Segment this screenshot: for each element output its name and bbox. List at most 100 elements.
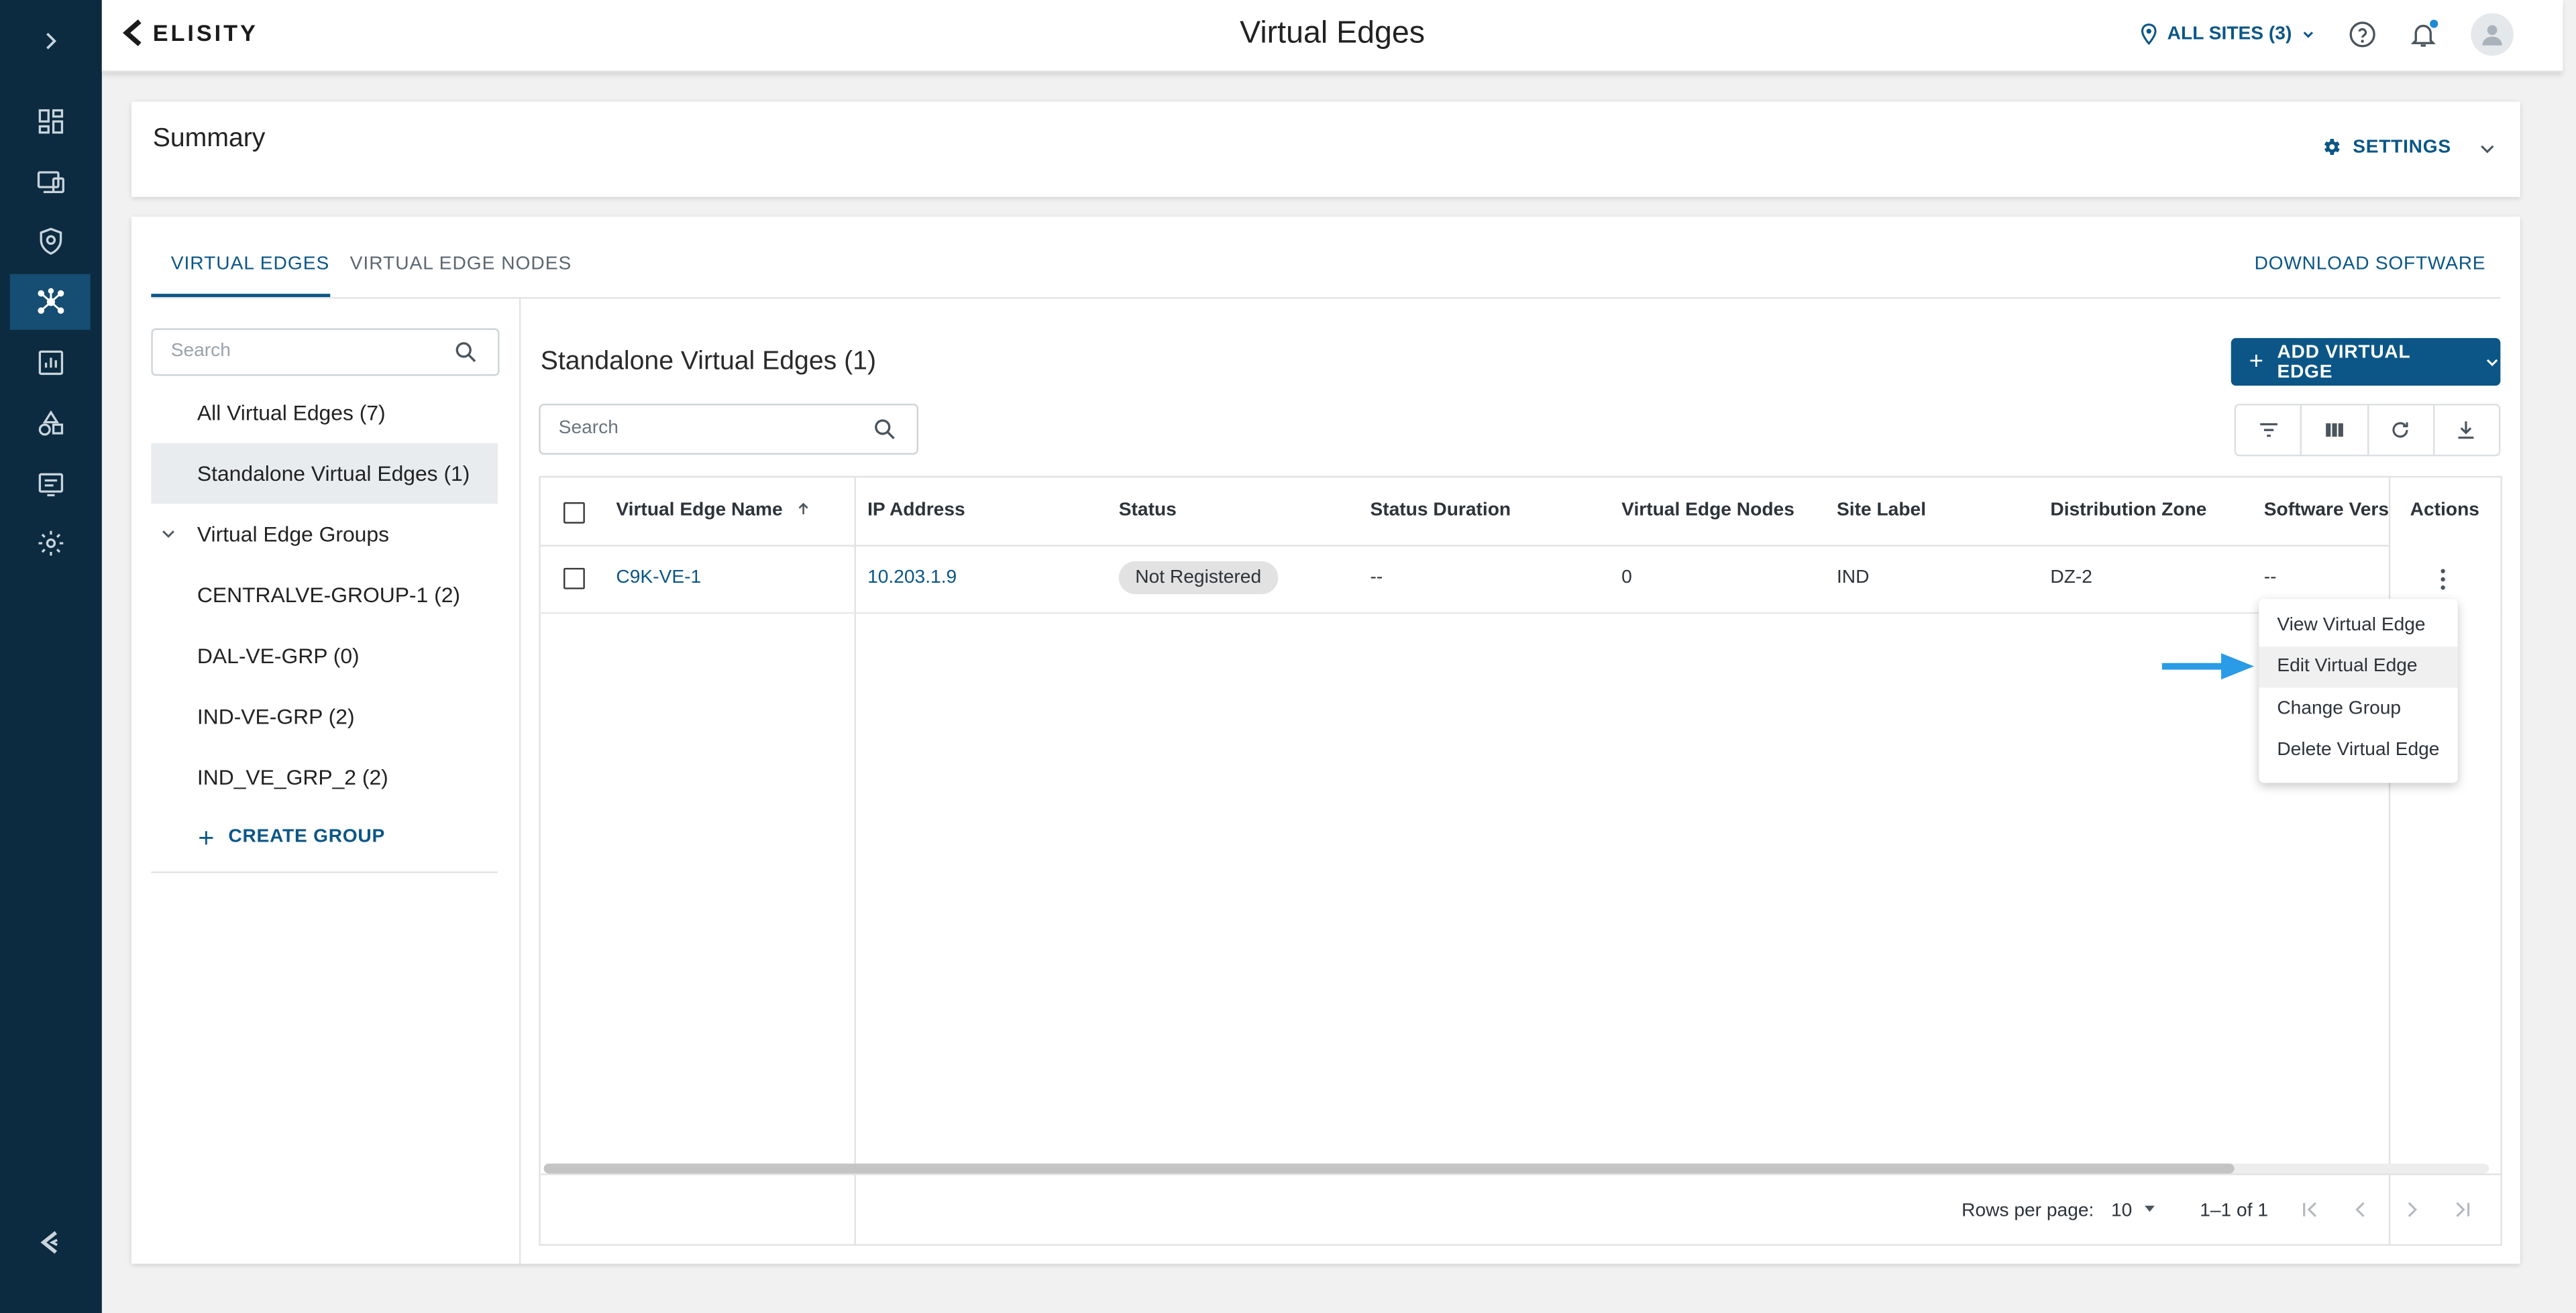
ip-address-link[interactable]: 10.203.1.9: [867, 568, 957, 587]
sidebar-item-devices[interactable]: [10, 154, 91, 210]
main-panel: VIRTUAL EDGES VIRTUAL EDGE NODES DOWNLOA…: [131, 217, 2520, 1264]
column-header-site-label[interactable]: Site Label: [1837, 500, 1926, 520]
create-group-label: CREATE GROUP: [228, 827, 386, 847]
pagination-range: 1–1 of 1: [2200, 1201, 2269, 1221]
horizontal-scrollbar[interactable]: [543, 1163, 2489, 1174]
help-button[interactable]: [2346, 18, 2379, 51]
menu-item-edit-virtual-edge[interactable]: Edit Virtual Edge: [2259, 646, 2458, 688]
list-item-all-virtual-edges[interactable]: All Virtual Edges (7): [151, 382, 498, 443]
sidebar-item-settings[interactable]: [10, 516, 91, 571]
download-icon: [2459, 421, 2475, 439]
tab-virtual-edges[interactable]: VIRTUAL EDGES: [171, 254, 330, 274]
list-item-group[interactable]: CENTRALVE-GROUP-1 (2): [151, 565, 498, 626]
column-header-status-duration[interactable]: Status Duration: [1370, 500, 1511, 520]
settings-button[interactable]: SETTINGS: [2322, 136, 2451, 158]
previous-page-icon[interactable]: [2349, 1198, 2372, 1221]
actions-column: Actions: [2388, 477, 2501, 1245]
filter-button[interactable]: [2236, 405, 2302, 455]
expand-sidebar-button[interactable]: [10, 13, 91, 69]
virtual-edge-nodes-cell: 0: [1621, 567, 1632, 588]
column-header-ip-address[interactable]: IP Address: [867, 500, 965, 520]
list-item-label: IND-VE-GRP (2): [197, 703, 355, 729]
plus-icon: [199, 830, 213, 844]
export-button[interactable]: [2434, 406, 2499, 455]
policy-shield-icon: [39, 227, 62, 255]
sidebar-item-groups[interactable]: [10, 396, 91, 451]
menu-item-label: Delete Virtual Edge: [2277, 740, 2440, 760]
site-selector-label: ALL SITES (3): [2167, 24, 2292, 45]
content-title: Standalone Virtual Edges (1): [540, 347, 877, 376]
refresh-button[interactable]: [2368, 405, 2434, 455]
row-checkbox[interactable]: [564, 567, 585, 589]
more-vertical-icon: [2440, 569, 2445, 590]
plus-icon: +: [2249, 347, 2264, 376]
sidebar: [0, 0, 102, 1313]
user-avatar[interactable]: [2471, 13, 2514, 56]
column-header-status[interactable]: Status: [1119, 500, 1177, 520]
first-page-icon[interactable]: [2298, 1198, 2321, 1221]
column-header-name[interactable]: Virtual Edge Name: [616, 500, 810, 520]
location-pin-icon: [2141, 23, 2157, 46]
dashboard-icon: [38, 109, 62, 134]
sidebar-item-analytics[interactable]: [10, 335, 91, 390]
software-version-cell: --: [2263, 567, 2277, 588]
virtual-edge-name-link[interactable]: C9K-VE-1: [616, 568, 701, 587]
sidebar-item-logs[interactable]: [10, 456, 91, 512]
settings-gear-icon: [38, 530, 63, 556]
menu-item-label: Edit Virtual Edge: [2277, 656, 2418, 677]
virtual-edges-table: Virtual Edge Name IP Address Status Stat…: [539, 475, 2502, 1246]
notifications-button[interactable]: [2407, 18, 2440, 51]
scrollbar-thumb[interactable]: [543, 1163, 2235, 1174]
help-icon: [2349, 21, 2375, 48]
next-page-icon[interactable]: [2400, 1198, 2423, 1221]
site-selector[interactable]: ALL SITES (3): [2139, 23, 2316, 46]
summary-title: Summary: [152, 125, 266, 153]
list-item-group[interactable]: IND_VE_GRP_2 (2): [151, 747, 498, 808]
last-page-icon[interactable]: [2451, 1198, 2474, 1221]
tab-virtual-edge-nodes[interactable]: VIRTUAL EDGE NODES: [350, 254, 572, 274]
summary-collapse-button[interactable]: [2477, 138, 2497, 168]
sort-ascending-icon: [798, 502, 808, 514]
column-header-virtual-edge-nodes[interactable]: Virtual Edge Nodes: [1621, 500, 1794, 520]
elisity-logo-icon: [40, 1231, 57, 1254]
notification-dot: [2430, 19, 2438, 28]
list-item-label: DAL-VE-GRP (0): [197, 643, 360, 669]
site-label-cell: IND: [1836, 567, 1870, 588]
group-list-panel: Search All Virtual Edges (7) Standalone …: [131, 296, 521, 1264]
status-badge: Not Registered: [1118, 561, 1278, 594]
list-item-virtual-edge-groups[interactable]: Virtual Edge Groups: [151, 504, 498, 565]
table-row[interactable]: C9K-VE-1 10.203.1.9 Not Registered -- 0 …: [540, 545, 2501, 614]
list-item-standalone-virtual-edges[interactable]: Standalone Virtual Edges (1): [151, 443, 498, 504]
sidebar-item-policies[interactable]: [10, 213, 91, 269]
sidebar-item-dashboard[interactable]: [10, 94, 91, 150]
columns-button[interactable]: [2302, 405, 2369, 455]
divider: [151, 871, 498, 874]
tab-bar: VIRTUAL EDGES VIRTUAL EDGE NODES DOWNLOA…: [151, 217, 2501, 299]
sidebar-footer-logo: [10, 1214, 91, 1270]
sidebar-item-virtual-edges[interactable]: [9, 274, 91, 330]
menu-item-view-virtual-edge[interactable]: View Virtual Edge: [2259, 606, 2457, 646]
table-search-input[interactable]: Search: [539, 404, 918, 455]
create-group-button[interactable]: CREATE GROUP: [197, 827, 385, 847]
menu-item-change-group[interactable]: Change Group: [2259, 689, 2457, 730]
shapes-icon: [38, 410, 62, 436]
distribution-zone-cell: DZ-2: [2050, 567, 2092, 588]
chevron-down-icon: [162, 530, 174, 538]
menu-item-label: View Virtual Edge: [2277, 615, 2426, 636]
chevron-down-icon: [2486, 358, 2498, 365]
rows-per-page-select[interactable]: 10: [2111, 1202, 2157, 1221]
list-item-group[interactable]: DAL-VE-GRP (0): [151, 625, 498, 686]
add-virtual-edge-label: ADD VIRTUAL EDGE: [2277, 342, 2410, 382]
add-virtual-edge-button[interactable]: + ADD VIRTUAL EDGE: [2231, 338, 2501, 386]
column-header-distribution-zone[interactable]: Distribution Zone: [2050, 500, 2206, 520]
select-all-checkbox[interactable]: [564, 502, 585, 524]
analytics-icon: [38, 350, 62, 376]
column-header-software-version[interactable]: Software Versi: [2264, 500, 2389, 520]
row-actions-button[interactable]: [2433, 568, 2453, 591]
list-item-label: CENTRALVE-GROUP-1 (2): [197, 582, 461, 608]
group-search-input[interactable]: Search: [151, 328, 500, 376]
menu-item-delete-virtual-edge[interactable]: Delete Virtual Edge: [2259, 730, 2457, 771]
user-icon: [2482, 25, 2502, 46]
list-item-group[interactable]: IND-VE-GRP (2): [151, 686, 498, 747]
download-software-link[interactable]: DOWNLOAD SOFTWARE: [2255, 254, 2486, 274]
